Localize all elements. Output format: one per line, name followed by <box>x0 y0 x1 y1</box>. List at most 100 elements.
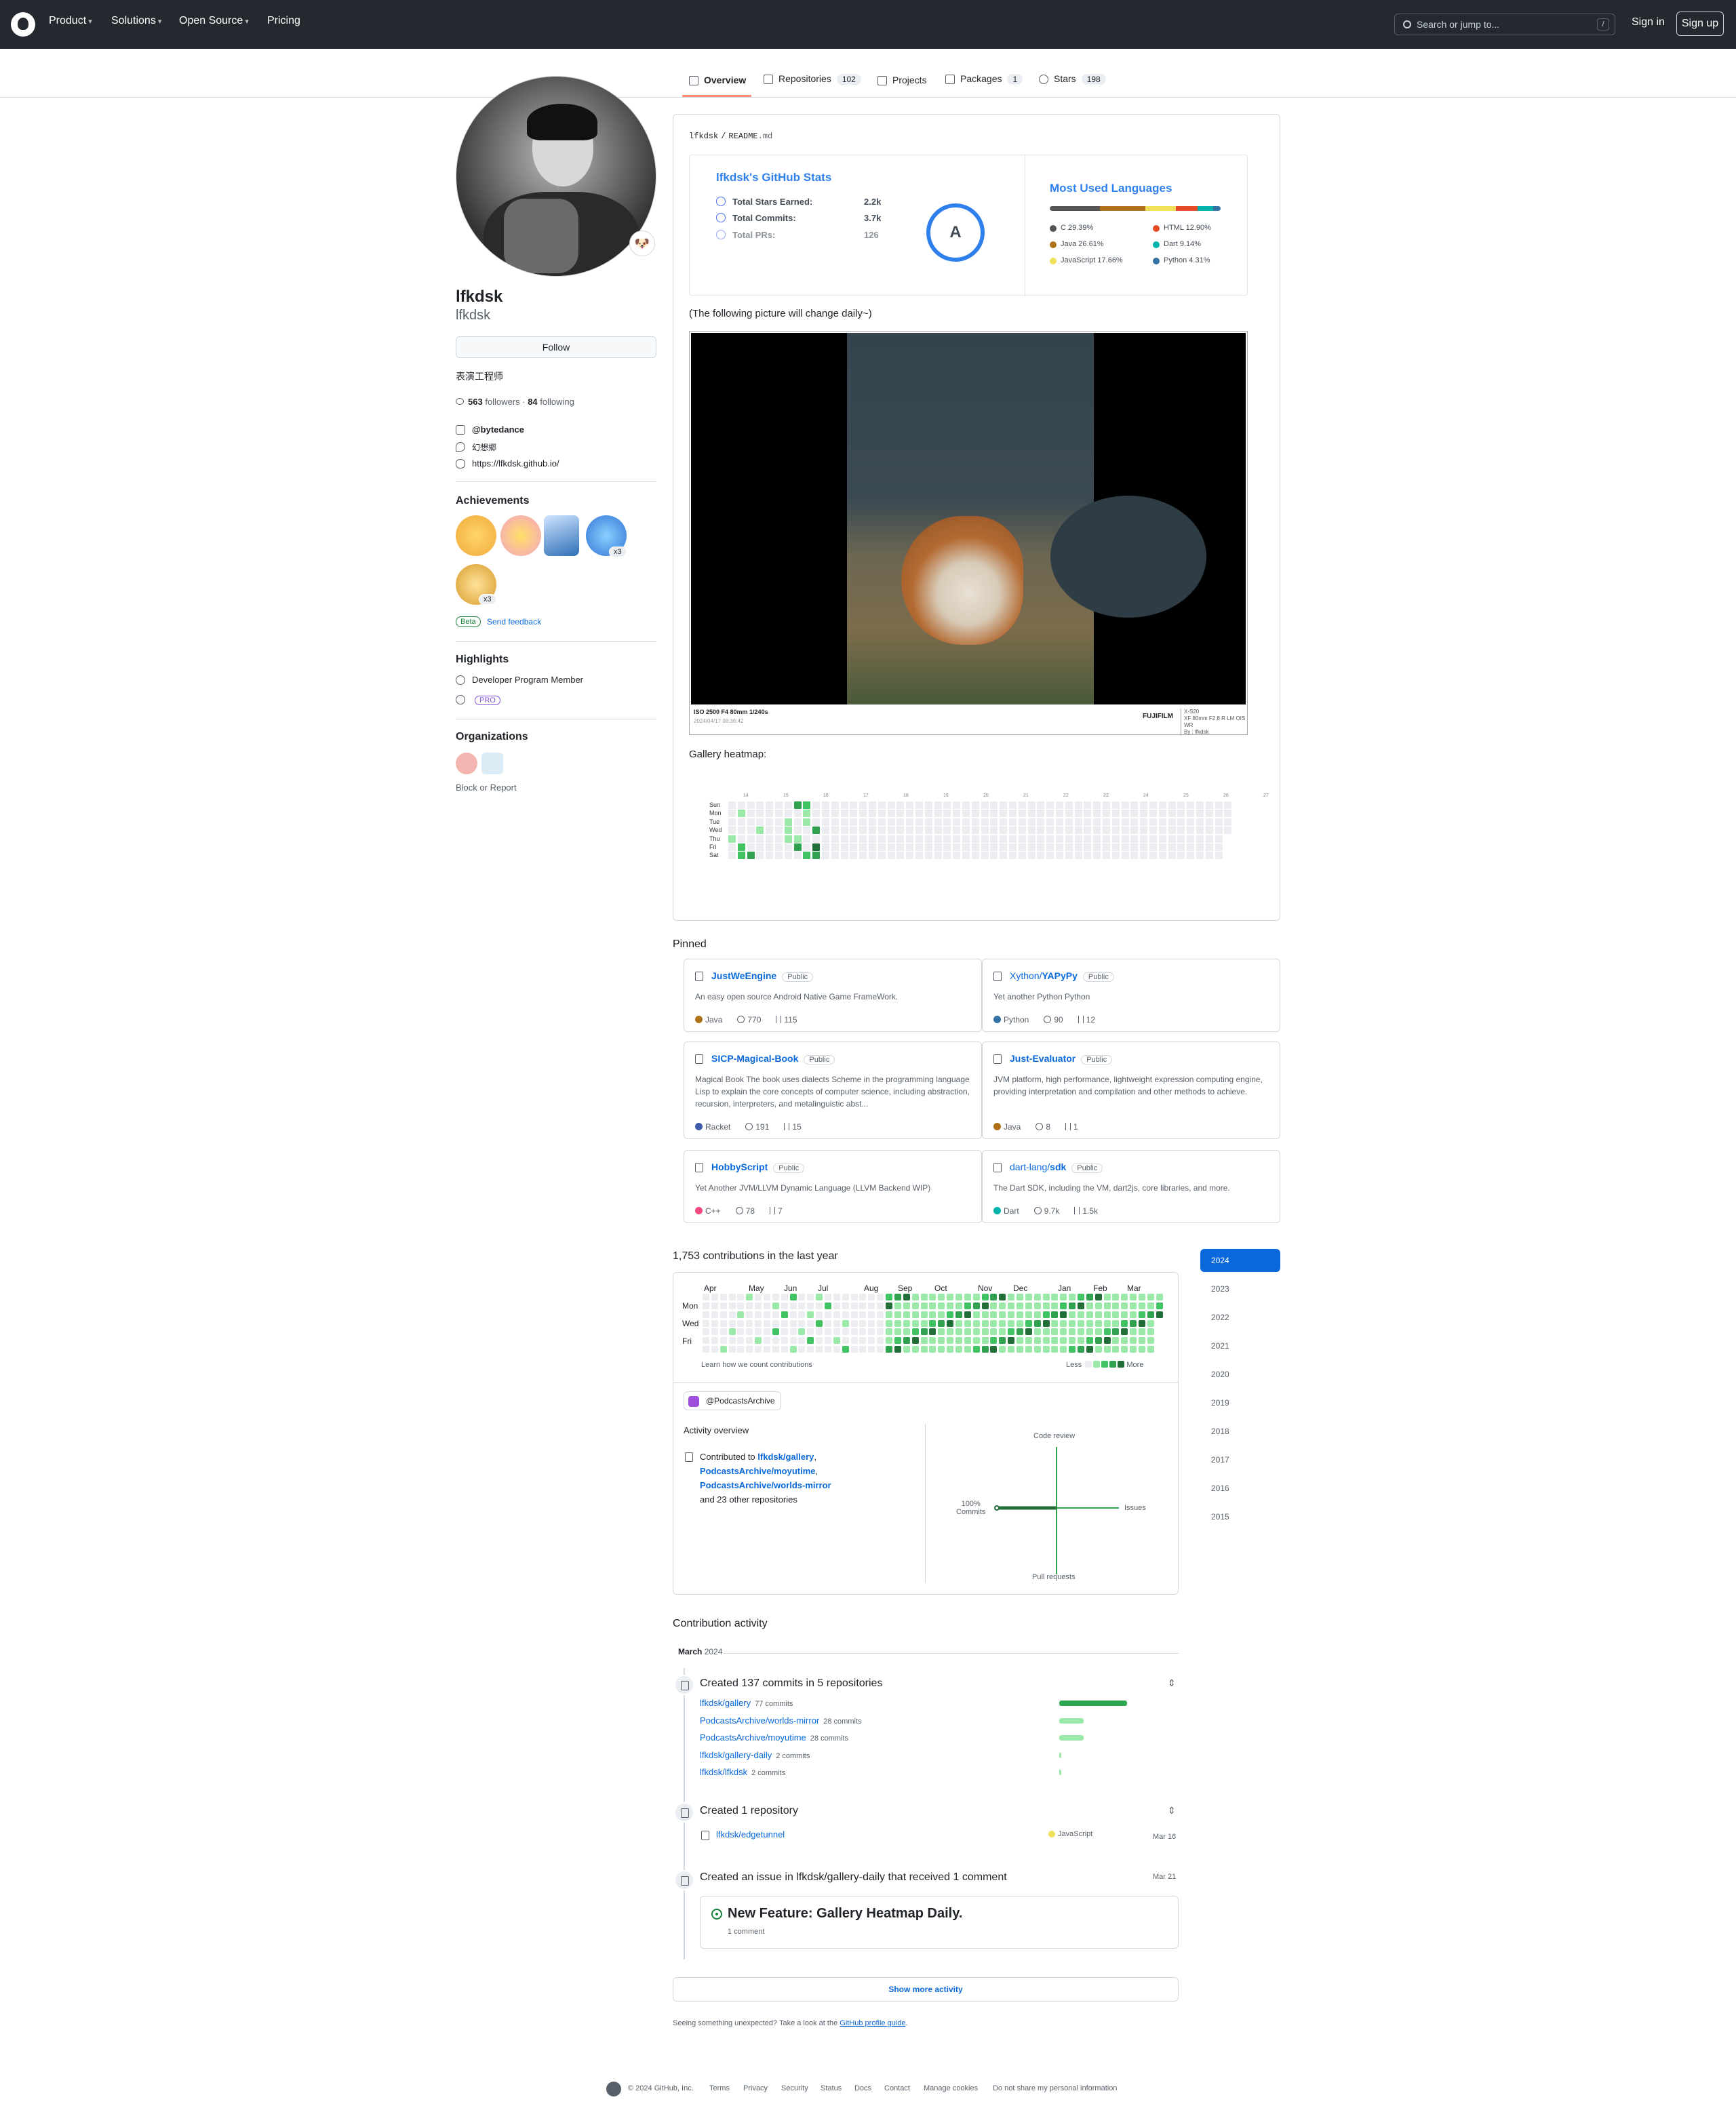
repo-name[interactable]: lfkdsk/lfkdsk <box>700 1767 747 1777</box>
calendar-cell[interactable] <box>999 1346 1006 1353</box>
calendar-cell[interactable] <box>703 1337 709 1345</box>
tab-overview[interactable]: Overview <box>689 75 746 85</box>
calendar-cell[interactable] <box>947 1337 954 1345</box>
calendar-cell[interactable] <box>981 1337 989 1345</box>
calendar-cell[interactable] <box>955 1294 962 1300</box>
calendar-cell[interactable] <box>703 1294 709 1300</box>
calendar-cell[interactable] <box>903 1346 910 1353</box>
calendar-cell[interactable] <box>842 1311 849 1318</box>
calendar-cell[interactable] <box>1008 1319 1015 1327</box>
show-more-activity-button[interactable]: Show more activity <box>673 1977 1179 2002</box>
calendar-cell[interactable] <box>1051 1311 1059 1318</box>
calendar-cell[interactable] <box>746 1346 753 1353</box>
calendar-cell[interactable] <box>903 1319 910 1327</box>
calendar-cell[interactable] <box>859 1294 867 1300</box>
calendar-cell[interactable] <box>920 1319 928 1327</box>
calendar-cell[interactable] <box>1016 1337 1023 1345</box>
calendar-cell[interactable] <box>737 1302 745 1309</box>
tab-projects[interactable]: Projects <box>877 75 927 85</box>
calendar-cell[interactable] <box>1103 1311 1111 1318</box>
year-link-2024[interactable]: 2024 <box>1200 1249 1280 1272</box>
calendar-cell[interactable] <box>894 1337 901 1345</box>
fork-count[interactable]: 115 <box>776 1015 797 1025</box>
calendar-cell[interactable] <box>816 1302 823 1309</box>
calendar-cell[interactable] <box>911 1319 919 1327</box>
calendar-cell[interactable] <box>1094 1346 1102 1353</box>
calendar-cell[interactable] <box>825 1302 832 1309</box>
calendar-cell[interactable] <box>719 1294 727 1300</box>
calendar-cell[interactable] <box>772 1302 779 1309</box>
calendar-cell[interactable] <box>1156 1311 1163 1318</box>
calendar-cell[interactable] <box>886 1294 893 1300</box>
calendar-cell[interactable] <box>772 1328 779 1336</box>
calendar-cell[interactable] <box>850 1346 858 1353</box>
calendar-cell[interactable] <box>1060 1294 1067 1300</box>
calendar-cell[interactable] <box>938 1328 945 1336</box>
pinned-repo-card[interactable]: JustWeEngine Public An easy open source An… <box>684 959 982 1032</box>
calendar-cell[interactable] <box>877 1311 884 1318</box>
calendar-cell[interactable] <box>1130 1328 1137 1336</box>
calendar-cell[interactable] <box>999 1294 1006 1300</box>
fold-icon[interactable]: ⇕ <box>1168 1677 1176 1689</box>
following-label[interactable]: following <box>540 397 574 407</box>
calendar-cell[interactable] <box>1121 1311 1128 1318</box>
calendar-cell[interactable] <box>929 1294 936 1300</box>
block-or-report-link[interactable]: Block or Report <box>456 782 517 793</box>
calendar-cell[interactable] <box>781 1337 788 1345</box>
calendar-cell[interactable] <box>938 1319 945 1327</box>
calendar-cell[interactable] <box>1139 1328 1145 1336</box>
calendar-cell[interactable] <box>947 1328 954 1336</box>
calendar-cell[interactable] <box>833 1346 840 1353</box>
calendar-cell[interactable] <box>972 1302 980 1309</box>
calendar-cell[interactable] <box>703 1302 709 1309</box>
pinned-repo-card[interactable]: HobbyScript Public Yet Another JVM/LLVM Dy… <box>684 1150 982 1223</box>
calendar-cell[interactable] <box>737 1311 745 1318</box>
calendar-cell[interactable] <box>755 1319 762 1327</box>
calendar-cell[interactable] <box>719 1319 727 1327</box>
achievement-badge-2[interactable] <box>500 515 541 556</box>
new-repo-link[interactable]: lfkdsk/edgetunnel <box>716 1829 785 1840</box>
calendar-cell[interactable] <box>781 1311 788 1318</box>
calendar-cell[interactable] <box>781 1319 788 1327</box>
calendar-cell[interactable] <box>816 1319 823 1327</box>
calendar-cell[interactable] <box>1016 1319 1023 1327</box>
calendar-cell[interactable] <box>1156 1302 1163 1309</box>
calendar-cell[interactable] <box>789 1311 797 1318</box>
pinned-repo-card[interactable]: Just-Evaluator Public JVM platform, high p… <box>982 1041 1280 1139</box>
calendar-cell[interactable] <box>764 1346 771 1353</box>
calendar-cell[interactable] <box>955 1302 962 1309</box>
calendar-cell[interactable] <box>1094 1319 1102 1327</box>
calendar-cell[interactable] <box>719 1311 727 1318</box>
calendar-cell[interactable] <box>1051 1294 1059 1300</box>
calendar-cell[interactable] <box>877 1337 884 1345</box>
calendar-cell[interactable] <box>868 1294 875 1300</box>
fork-count[interactable]: 12 <box>1078 1015 1095 1025</box>
calendar-cell[interactable] <box>1008 1328 1015 1336</box>
calendar-cell[interactable] <box>947 1319 954 1327</box>
calendar-cell[interactable] <box>859 1319 867 1327</box>
calendar-cell[interactable] <box>972 1294 980 1300</box>
calendar-cell[interactable] <box>990 1337 998 1345</box>
year-link-2022[interactable]: 2022 <box>1200 1306 1280 1329</box>
calendar-cell[interactable] <box>955 1328 962 1336</box>
calendar-cell[interactable] <box>955 1319 962 1327</box>
calendar-cell[interactable] <box>1147 1328 1154 1336</box>
commit-repo-link[interactable]: PodcastsArchive/worlds-mirror 28 commits <box>700 1715 862 1726</box>
sign-up-button[interactable]: Sign up <box>1676 12 1724 36</box>
calendar-cell[interactable] <box>1147 1311 1154 1318</box>
calendar-cell[interactable] <box>1121 1328 1128 1336</box>
calendar-cell[interactable] <box>728 1302 736 1309</box>
calendar-cell[interactable] <box>711 1294 718 1300</box>
calendar-cell[interactable] <box>877 1328 884 1336</box>
calendar-cell[interactable] <box>737 1294 745 1300</box>
calendar-cell[interactable] <box>894 1302 901 1309</box>
calendar-cell[interactable] <box>781 1294 788 1300</box>
website-link[interactable]: https://lfkdsk.github.io/ <box>456 458 559 469</box>
nav-solutions[interactable]: Solutions <box>111 15 161 27</box>
calendar-cell[interactable] <box>1103 1294 1111 1300</box>
footer-link[interactable]: Manage cookies <box>924 2084 978 2092</box>
calendar-cell[interactable] <box>938 1337 945 1345</box>
calendar-cell[interactable] <box>755 1311 762 1318</box>
calendar-cell[interactable] <box>1103 1319 1111 1327</box>
calendar-cell[interactable] <box>929 1302 936 1309</box>
